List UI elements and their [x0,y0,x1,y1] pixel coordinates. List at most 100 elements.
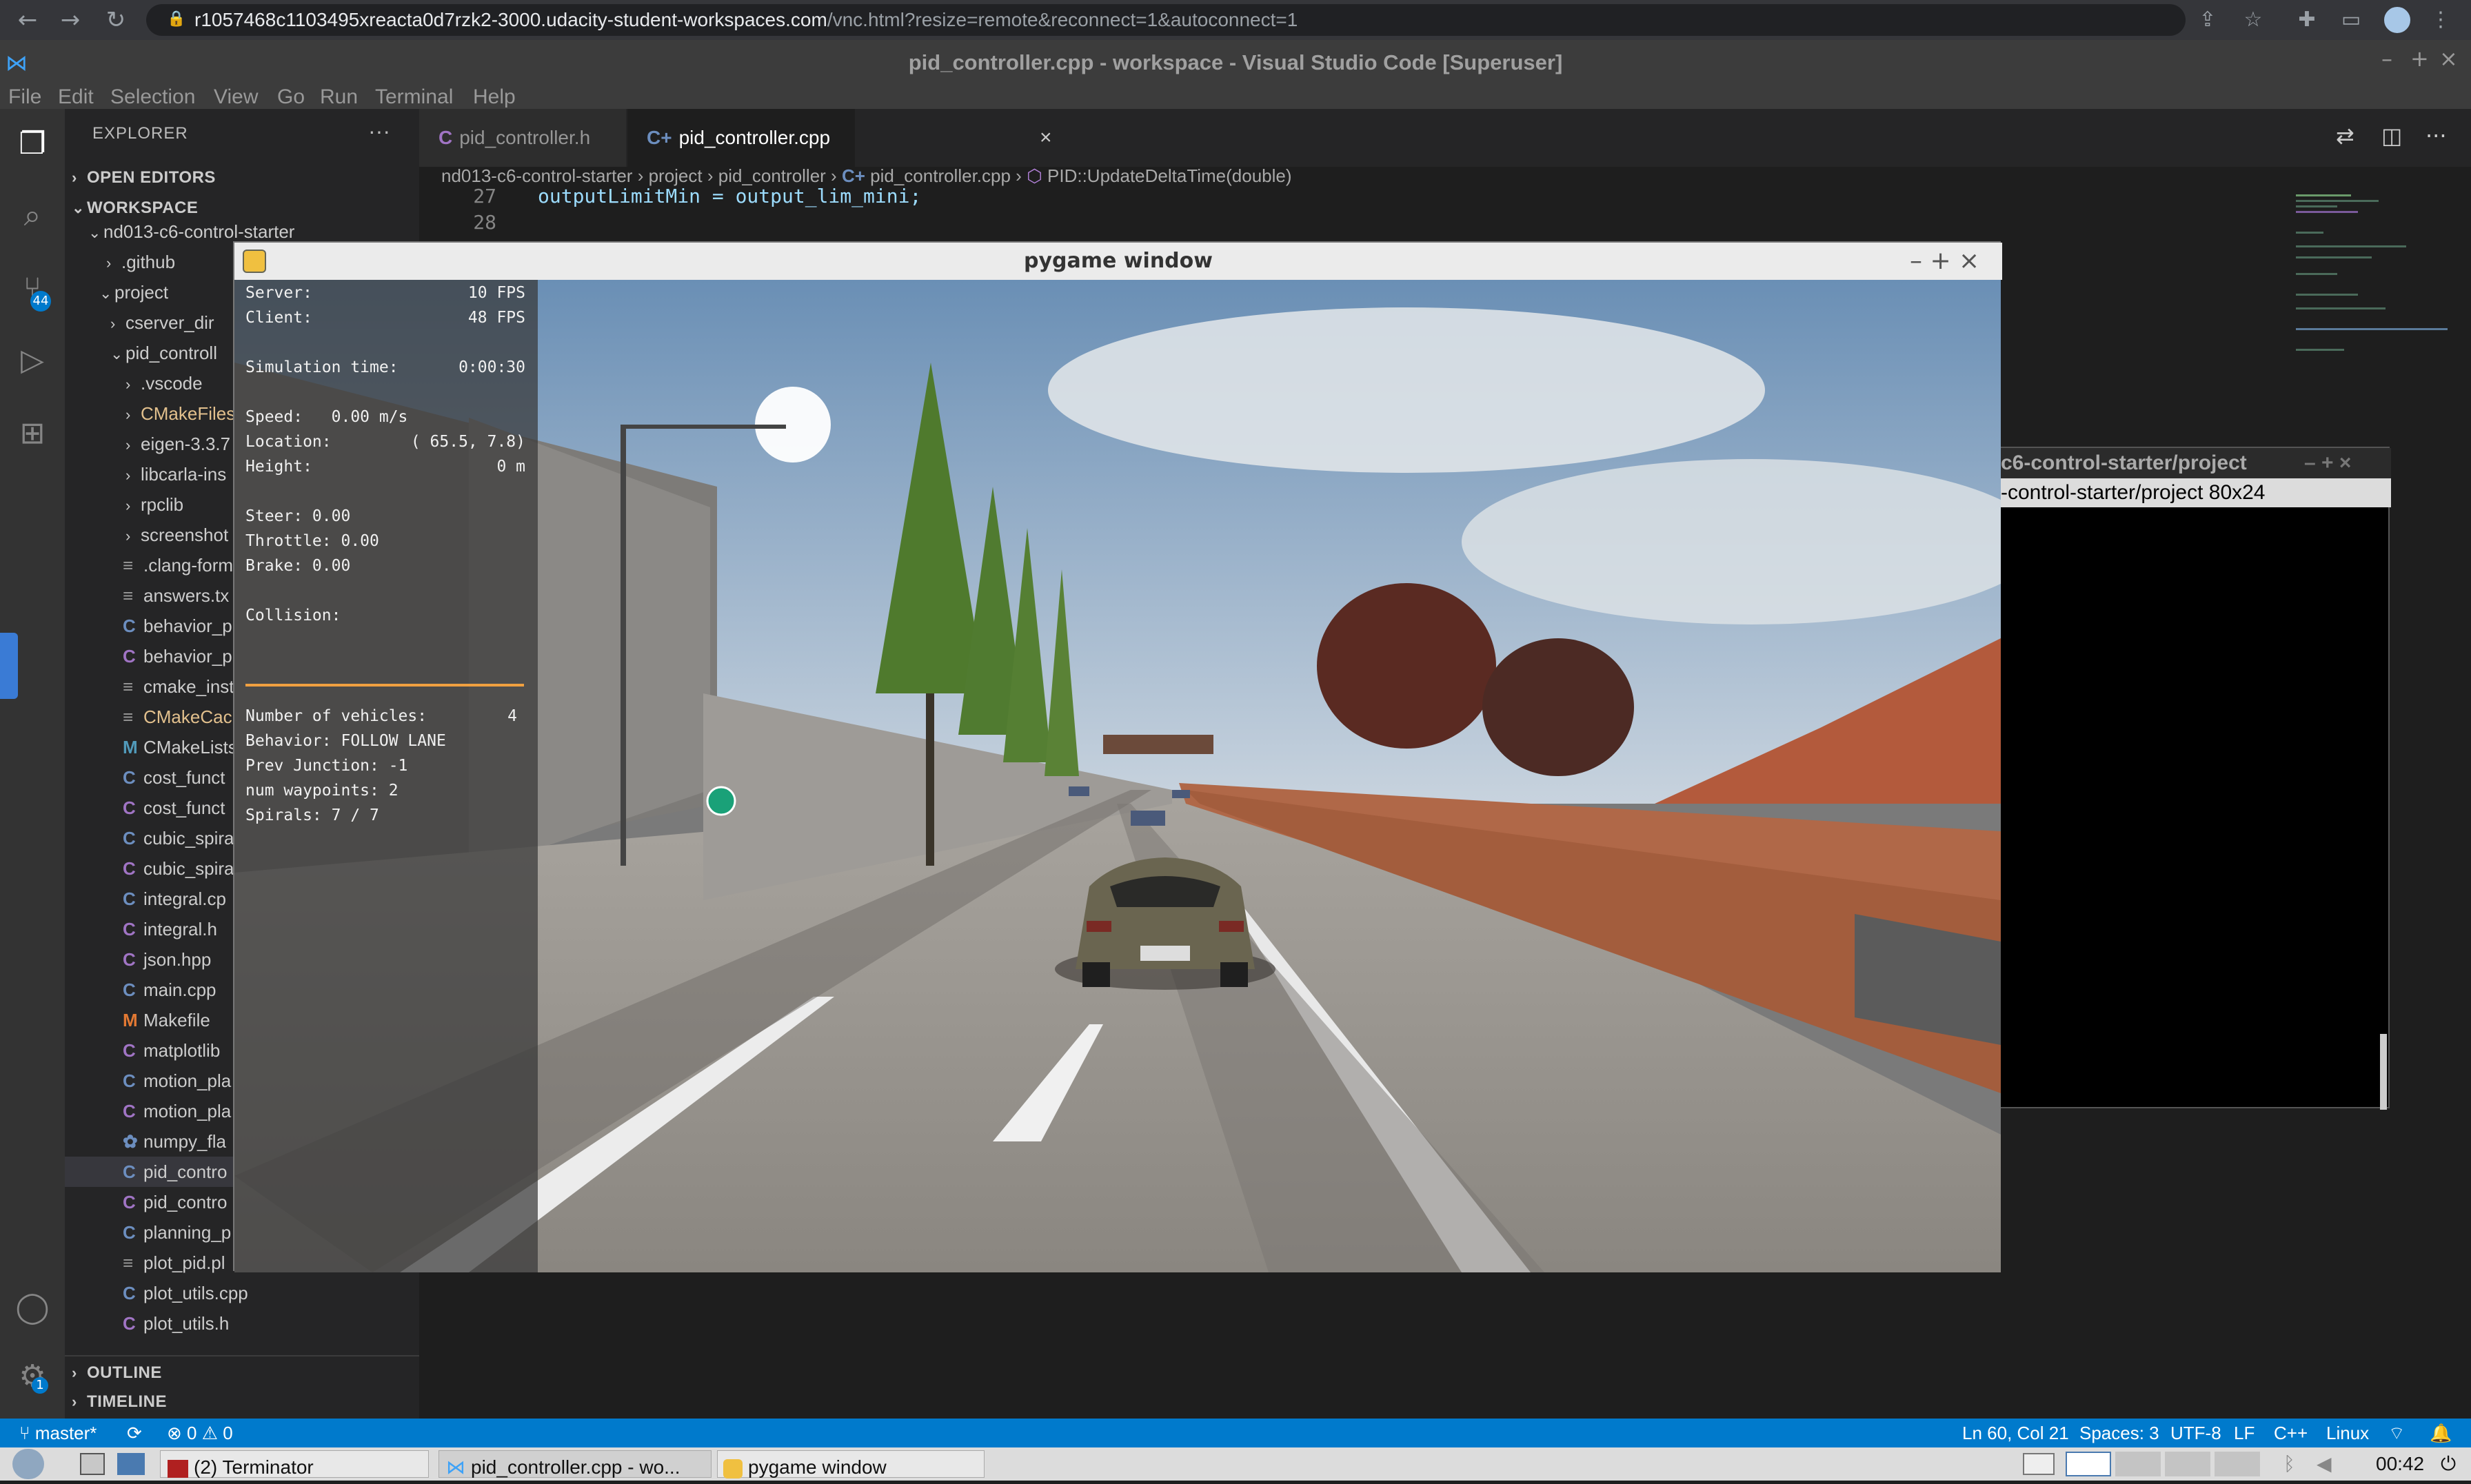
bookmark-star-icon[interactable]: ☆ [2239,6,2267,34]
menu-edit[interactable]: Edit [58,85,94,109]
os-indicator[interactable]: Linux [2326,1419,2369,1447]
cast-icon[interactable]: ▭ [2337,6,2365,34]
tree-item[interactable]: › rpclib [125,489,183,520]
share-icon[interactable]: ⇪ [2194,6,2221,34]
scrollbar[interactable] [2380,1034,2387,1110]
workspace-switcher-icon[interactable] [2023,1453,2055,1475]
breadcrumb-item[interactable]: nd013-c6-control-starter [441,165,632,186]
terminal-tab[interactable]: -control-starter/project 80x24 [2001,478,2391,507]
taskbar-item-vscode[interactable]: ⋈ pid_controller.cpp - wo... [438,1450,712,1478]
window-controls-icon[interactable]: – + × [2304,448,2351,478]
timeline-section[interactable]: › TIMELINE [72,1392,167,1412]
tree-item[interactable]: ✿ numpy_fla [123,1126,226,1157]
workspace-2[interactable] [2115,1452,2161,1476]
minimap[interactable] [2289,190,2448,369]
power-icon[interactable]: ⏻ [2441,1447,2456,1481]
language-mode[interactable]: C++ [2274,1419,2308,1447]
address-bar[interactable]: 🔒 r1057468c1103495xreacta0d7rzk2-3000.ud… [146,4,2186,36]
search-icon[interactable]: ⌕ [14,197,51,234]
sync-icon[interactable]: ⟳ [127,1419,142,1447]
cursor-position[interactable]: Ln 60, Col 21 [1962,1419,2069,1447]
tree-item[interactable]: Cplanning_p [123,1217,231,1248]
extensions-icon[interactable]: ⊞ [14,415,51,452]
show-desktop-icon[interactable] [80,1453,105,1475]
breadcrumb-item[interactable]: pid_controller.cpp [870,165,1011,186]
tree-item[interactable]: Cintegral.cp [123,884,226,914]
chrome-menu-icon[interactable]: ⋮ [2427,6,2454,34]
tree-item[interactable]: Cmotion_pla [123,1066,231,1096]
clock[interactable]: 00:42 [2376,1447,2424,1481]
tree-item[interactable]: ≡ CMakeCach [123,702,242,732]
profile-avatar[interactable] [2383,6,2412,34]
split-editor-icon[interactable]: ◫ [2381,123,2402,149]
terminal-window[interactable]: c6-control-starter/project – + × -control… [1999,447,2391,1110]
problems-indicator[interactable]: ⊗ 0 ⚠ 0 [167,1419,233,1447]
git-branch[interactable]: ⑂ master* [19,1419,97,1447]
reload-icon[interactable]: ↻ [101,5,131,35]
line-ending[interactable]: LF [2234,1419,2255,1447]
volume-icon[interactable]: ◀ [2317,1447,2332,1481]
outline-section[interactable]: › OUTLINE [72,1363,162,1383]
tab-pid-controller-h[interactable]: Cpid_controller.h [419,109,626,167]
taskbar-item-pygame[interactable]: pygame window [717,1450,985,1478]
tree-item[interactable]: › .github [106,247,175,277]
tree-item[interactable]: › cserver_dir [110,307,214,338]
account-icon[interactable]: ◯ [14,1289,51,1326]
menu-view[interactable]: View [214,85,258,109]
run-debug-icon[interactable]: ▷ [14,342,51,379]
tree-item[interactable]: Ccost_funct [123,762,225,793]
tree-item[interactable]: ⌄ pid_controll [110,338,217,368]
tree-item[interactable]: ≡ .clang-form [123,550,233,580]
minimize-icon[interactable]: – [2381,45,2392,72]
tree-item[interactable]: › libcarla-ins [125,459,226,489]
tree-item[interactable]: M Makefile [123,1005,210,1035]
indentation[interactable]: Spaces: 3 [2079,1419,2159,1447]
grammarly-circle-icon[interactable] [706,786,736,816]
maximize-icon[interactable]: + [2410,45,2429,72]
tree-item[interactable]: › CMakeFiles [125,398,235,429]
window-controls-icon[interactable]: – + × [1910,243,1979,280]
breadcrumb-item[interactable]: project [649,165,703,186]
tree-item[interactable]: Ccubic_spira [123,853,234,884]
more-actions-icon[interactable]: ··· [368,119,390,144]
file-manager-icon[interactable] [117,1453,145,1475]
tree-item[interactable]: Cbehavior_p [123,641,232,671]
tree-item[interactable]: Cjson.hpp [123,944,211,975]
pygame-window[interactable]: pygame window – + × Server: 10 FPS Clien… [233,241,2002,1272]
menu-terminal[interactable]: Terminal [375,85,453,109]
workspace-1[interactable] [2066,1452,2111,1476]
extensions-icon[interactable]: ✚ [2293,6,2321,34]
menu-selection[interactable]: Selection [110,85,195,109]
tree-item[interactable]: ⌄ project [99,277,168,307]
tree-item[interactable]: › eigen-3.3.7 [125,429,230,459]
workspace-3[interactable] [2165,1452,2210,1476]
breadcrumb-item[interactable]: pid_controller [718,165,826,186]
back-icon[interactable]: ← [12,5,43,35]
tree-item[interactable]: ≡ answers.tx [123,580,229,611]
taskbar-item-terminator[interactable]: (2) Terminator [160,1450,429,1478]
tree-item[interactable]: › screenshot [125,520,228,550]
compare-changes-icon[interactable]: ⇄ [2336,123,2354,149]
tree-item[interactable]: Cbehavior_p [123,611,232,641]
tree-item[interactable]: Cpid_contro [123,1187,227,1217]
close-icon[interactable]: × [2439,45,2458,72]
side-panel-handle[interactable] [0,633,18,699]
menu-help[interactable]: Help [473,85,516,109]
tree-item[interactable]: Ccubic_spira [123,823,234,853]
tree-item[interactable]: Cplot_utils.cpp [123,1278,248,1308]
broadcast-icon[interactable]: ⌔ [2388,1419,2405,1447]
tree-item[interactable]: › .vscode [125,368,203,398]
close-tab-icon[interactable]: × [1040,109,1052,167]
tree-item[interactable]: Ccost_funct [123,793,225,823]
explorer-icon[interactable]: ❐ [14,125,51,163]
tree-item[interactable]: ≡ plot_pid.pl [123,1248,225,1278]
tree-item[interactable]: M CMakeLists [123,732,237,762]
tree-item[interactable]: ≡ cmake_inst [123,671,234,702]
workspace-4[interactable] [2215,1452,2260,1476]
tree-item[interactable]: Cplot_utils.h [123,1308,229,1339]
menu-go[interactable]: Go [277,85,305,109]
menu-run[interactable]: Run [320,85,358,109]
tree-item[interactable]: Cintegral.h [123,914,217,944]
forward-icon[interactable]: → [55,5,85,35]
breadcrumb-item[interactable]: PID::UpdateDeltaTime(double) [1047,165,1292,186]
